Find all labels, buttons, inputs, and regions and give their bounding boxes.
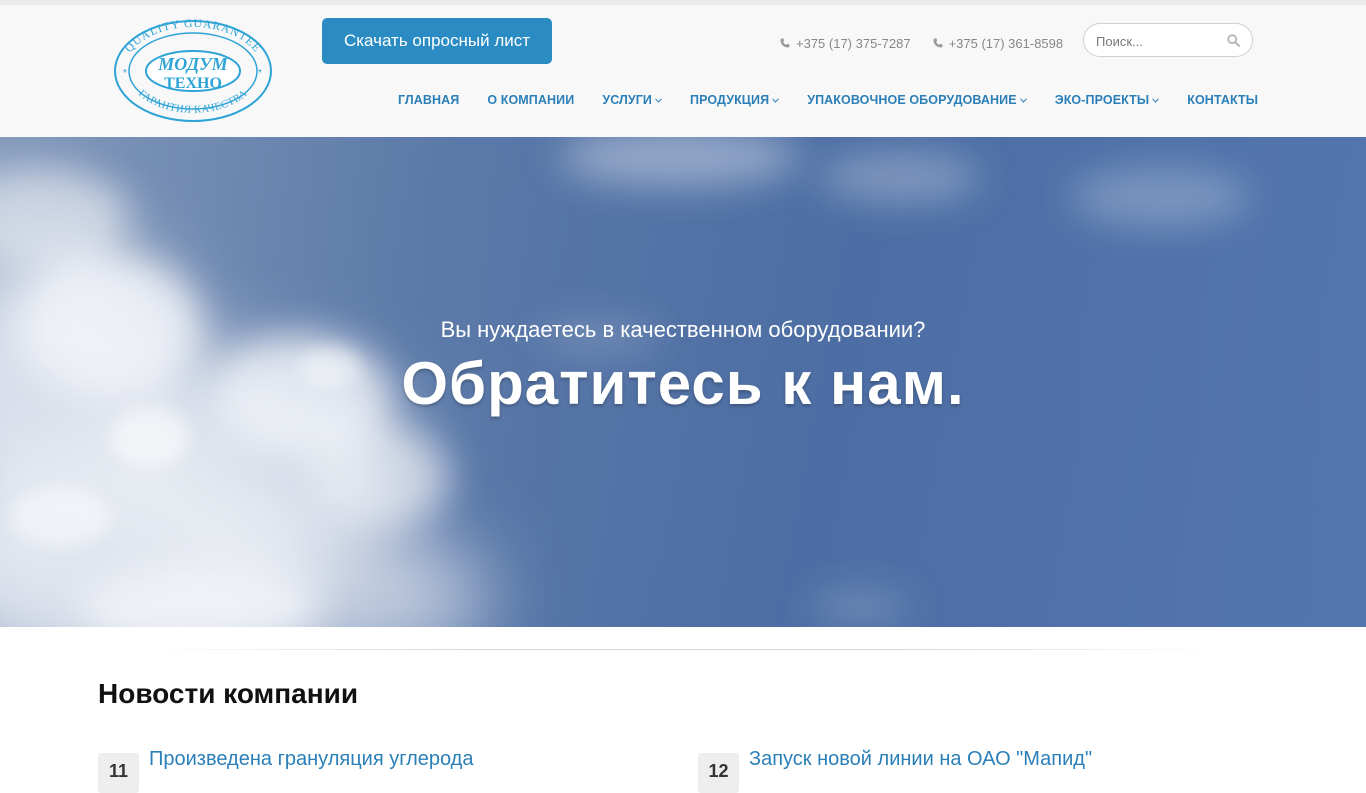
hero-title: Обратитесь к нам. bbox=[401, 350, 965, 417]
nav-item-products[interactable]: ПРОДУКЦИЯ bbox=[676, 90, 793, 110]
phone-icon bbox=[780, 38, 790, 48]
phone-item[interactable]: +375 (17) 375-7287 bbox=[780, 33, 911, 53]
logo-line1: МОДУМ bbox=[157, 54, 228, 74]
chevron-down-icon bbox=[1019, 97, 1027, 103]
phone-icon bbox=[933, 38, 943, 48]
chevron-down-icon bbox=[655, 97, 662, 103]
nav-item-packaging-equipment[interactable]: УПАКОВОЧНОЕ ОБОРУДОВАНИЕ bbox=[793, 90, 1040, 110]
search-input[interactable] bbox=[1096, 32, 1221, 50]
nav-label: КОНТАКТЫ bbox=[1187, 93, 1259, 107]
search-box bbox=[1083, 23, 1253, 57]
nav-label: ЭКО-ПРОЕКТЫ bbox=[1054, 93, 1150, 107]
nav-item-about[interactable]: О КОМПАНИИ bbox=[473, 90, 588, 110]
news-item: 11 Произведена грануляция углерода bbox=[98, 748, 658, 793]
chevron-down-icon bbox=[772, 97, 780, 103]
main-navigation: ГЛАВНАЯ О КОМПАНИИ УСЛУГИ ПРОДУКЦИЯ УПАК… bbox=[384, 90, 1272, 110]
news-date-badge: 12 bbox=[698, 753, 739, 793]
nav-item-services[interactable]: УСЛУГИ bbox=[588, 90, 676, 110]
chevron-down-icon bbox=[1152, 97, 1160, 103]
phone-number: +375 (17) 375-7287 bbox=[796, 35, 911, 51]
svg-text:QUALITY GUARANTEE: QUALITY GUARANTEE bbox=[123, 18, 263, 55]
download-questionnaire-button[interactable]: Скачать опросный лист bbox=[322, 18, 552, 64]
svg-text:*: * bbox=[258, 68, 262, 79]
nav-item-eco-projects[interactable]: ЭКО-ПРОЕКТЫ bbox=[1041, 90, 1174, 110]
news-section-title: Новости компании bbox=[98, 678, 359, 709]
logo-ring-bottom-text: ГАРАНТИЯ КАЧЕСТВА bbox=[136, 88, 249, 116]
nav-item-home[interactable]: ГЛАВНАЯ bbox=[384, 90, 473, 110]
nav-label: ГЛАВНАЯ bbox=[398, 93, 460, 107]
nav-item-contacts[interactable]: КОНТАКТЫ bbox=[1173, 90, 1272, 110]
phone-list: +375 (17) 375-7287 +375 (17) 361-8598 bbox=[780, 33, 1063, 53]
nav-label: ПРОДУКЦИЯ bbox=[690, 93, 770, 107]
nav-label: О КОМПАНИИ bbox=[487, 93, 575, 107]
hero-subtitle: Вы нуждаетесь в качественном оборудовани… bbox=[440, 317, 926, 342]
company-logo[interactable]: QUALITY GUARANTEE ГАРАНТИЯ КАЧЕСТВА МОДУ… bbox=[112, 18, 274, 124]
svg-text:*: * bbox=[123, 68, 127, 79]
logo-ring-top-text: QUALITY GUARANTEE bbox=[123, 18, 262, 55]
hero-banner: Вы нуждаетесь в качественном оборудовани… bbox=[0, 137, 1366, 627]
news-date-badge: 11 bbox=[98, 753, 139, 793]
phone-number: +375 (17) 361-8598 bbox=[948, 35, 1064, 51]
nav-label: УПАКОВОЧНОЕ ОБОРУДОВАНИЕ bbox=[807, 93, 1017, 107]
section-divider bbox=[150, 649, 1216, 650]
logo-line2: ТЕХНО bbox=[164, 75, 222, 92]
nav-label: УСЛУГИ bbox=[602, 93, 653, 107]
phone-item[interactable]: +375 (17) 361-8598 bbox=[933, 33, 1064, 53]
svg-text:ГАРАНТИЯ КАЧЕСТВА: ГАРАНТИЯ КАЧЕСТВА bbox=[136, 88, 249, 116]
news-item: 12 Запуск новой линии на ОАО "Мапид" bbox=[698, 748, 1258, 793]
site-header: QUALITY GUARANTEE ГАРАНТИЯ КАЧЕСТВА МОДУ… bbox=[0, 5, 1366, 137]
search-icon[interactable] bbox=[1227, 34, 1240, 47]
